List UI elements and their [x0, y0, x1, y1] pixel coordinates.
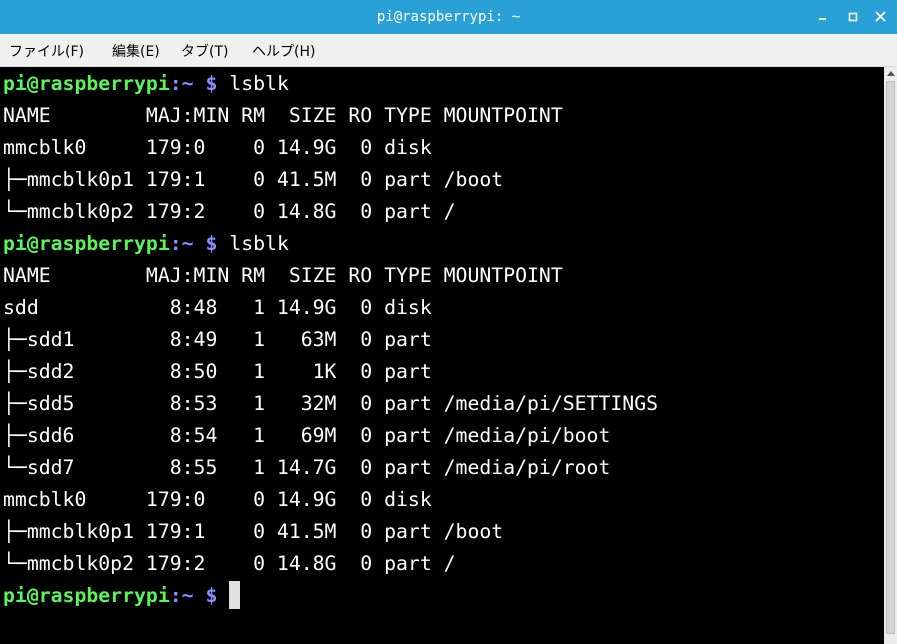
text-cursor: [229, 581, 241, 609]
prompt-path: :~: [169, 584, 194, 607]
command-text: [217, 584, 229, 607]
window-title: pi@raspberrypi: ~: [376, 9, 521, 25]
title-bar[interactable]: pi@raspberrypi: ~: [0, 0, 897, 34]
output-line: NAME MAJ:MIN RM SIZE RO TYPE MOUNTPOINT: [3, 104, 563, 127]
output-line: NAME MAJ:MIN RM SIZE RO TYPE MOUNTPOINT: [3, 264, 563, 287]
menu-tab[interactable]: タブ(T): [181, 41, 228, 61]
prompt-symbol: $: [205, 232, 218, 255]
prompt-path: :~: [169, 72, 194, 95]
prompt-user: pi@raspberrypi: [3, 232, 170, 255]
menu-file[interactable]: ファイル(F): [9, 41, 84, 61]
output-line: ├─sdd6 8:54 1 69M 0 part /media/pi/boot: [3, 424, 611, 447]
vertical-scrollbar[interactable]: [884, 67, 897, 644]
prompt-user: pi@raspberrypi: [3, 72, 170, 95]
prompt-line: pi@raspberrypi:~ $ lsblk: [3, 68, 289, 100]
output-line: ├─sdd5 8:53 1 32M 0 part /media/pi/SETTI…: [3, 392, 659, 415]
output-line: └─sdd7 8:55 1 14.7G 0 part /media/pi/roo…: [3, 456, 611, 479]
command-text: lsblk: [217, 232, 289, 255]
output-line: ├─sdd2 8:50 1 1K 0 part: [3, 360, 432, 383]
output-line: └─mmcblk0p2 179:2 0 14.8G 0 part /: [3, 200, 456, 223]
scrollbar-thumb[interactable]: [886, 81, 895, 634]
prompt-path: :~: [169, 232, 194, 255]
prompt-dollar: [194, 72, 206, 95]
menu-help[interactable]: ヘルプ(H): [252, 41, 315, 61]
output-line: sdd 8:48 1 14.9G 0 disk: [3, 296, 432, 319]
prompt-dollar: [194, 232, 206, 255]
maximize-icon[interactable]: [845, 8, 863, 26]
menu-edit[interactable]: 編集(E): [112, 41, 160, 61]
output-line: ├─mmcblk0p1 179:1 0 41.5M 0 part /boot: [3, 520, 504, 543]
output-line: └─mmcblk0p2 179:2 0 14.8G 0 part /: [3, 552, 456, 575]
prompt-line: pi@raspberrypi:~ $: [3, 580, 241, 612]
prompt-dollar: [194, 584, 206, 607]
prompt-user: pi@raspberrypi: [3, 584, 170, 607]
terminal-output[interactable]: pi@raspberrypi:~ $ lsblk NAME MAJ:MIN RM …: [0, 67, 884, 644]
output-line: ├─sdd1 8:49 1 63M 0 part: [3, 328, 432, 351]
prompt-symbol: $: [205, 584, 218, 607]
output-line: mmcblk0 179:0 0 14.9G 0 disk: [3, 136, 432, 159]
menu-bar: ファイル(F) 編集(E) タブ(T) ヘルプ(H): [0, 34, 897, 67]
terminal-window: pi@raspberrypi: ~ ファイル(F) 編集(E) タブ(T) ヘル…: [0, 0, 897, 644]
prompt-symbol: $: [205, 72, 218, 95]
output-line: ├─mmcblk0p1 179:1 0 41.5M 0 part /boot: [3, 168, 504, 191]
prompt-line: pi@raspberrypi:~ $ lsblk: [3, 228, 289, 260]
output-line: mmcblk0 179:0 0 14.9G 0 disk: [3, 488, 432, 511]
close-icon[interactable]: [872, 8, 890, 26]
command-text: lsblk: [217, 72, 289, 95]
scroll-up-arrow-icon[interactable]: [887, 71, 895, 76]
minimize-icon[interactable]: [814, 8, 832, 26]
